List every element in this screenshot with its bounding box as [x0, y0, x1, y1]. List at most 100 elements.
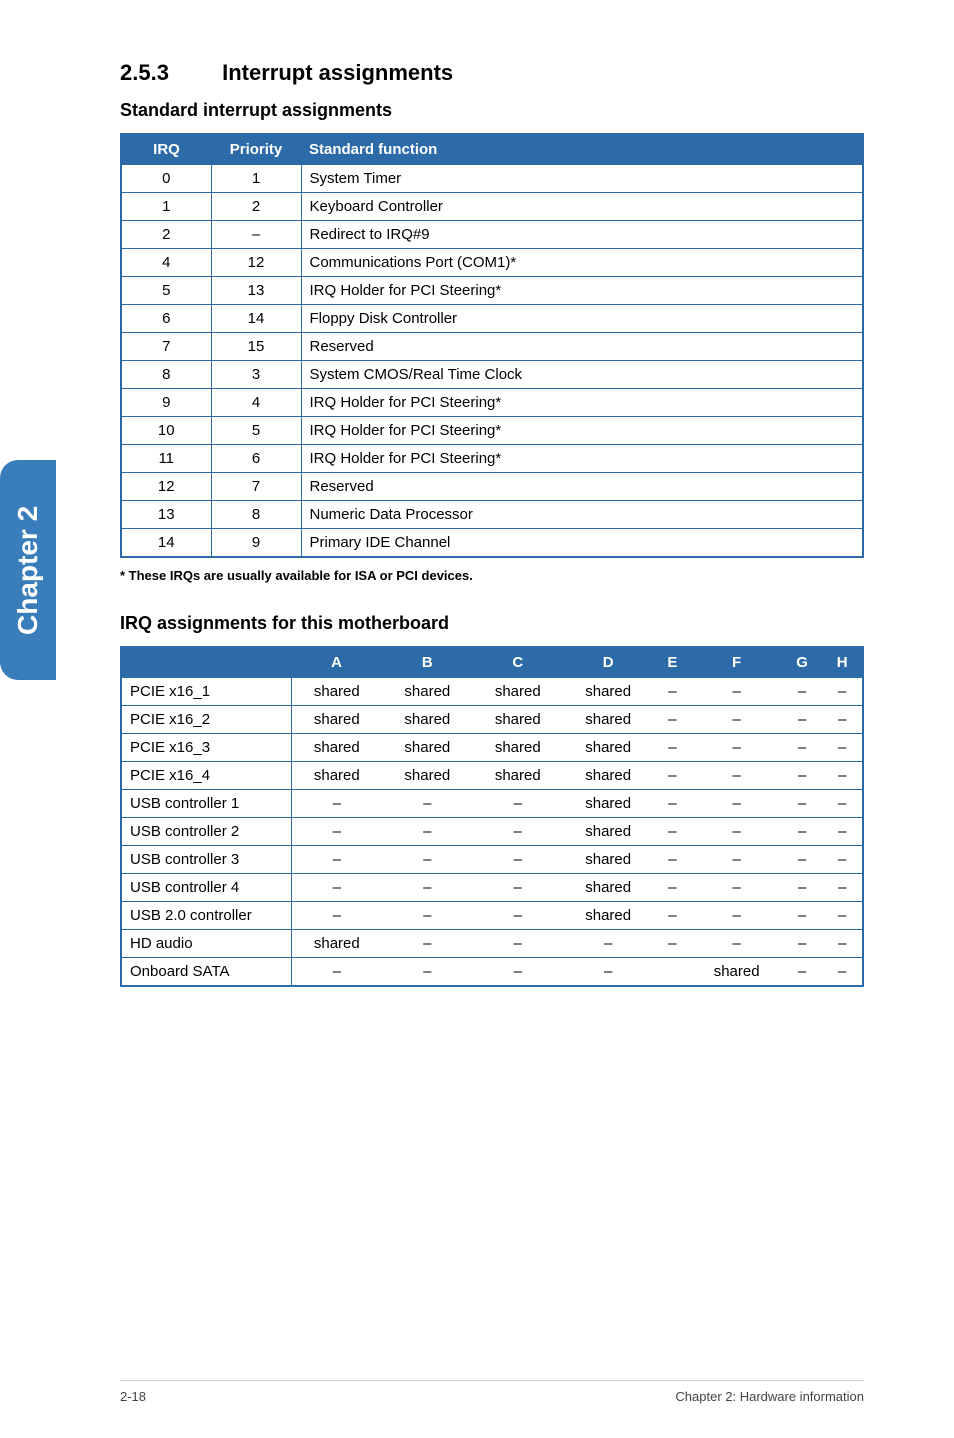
- chapter-side-tab-label: Chapter 2: [12, 505, 44, 634]
- section-title: Interrupt assignments: [222, 60, 453, 85]
- table-cell: –: [822, 734, 863, 762]
- col-blank: [121, 647, 291, 678]
- table-cell: 9: [121, 389, 211, 417]
- table-row: 149Primary IDE Channel: [121, 529, 863, 558]
- table-cell: –: [382, 846, 472, 874]
- table-cell: shared: [291, 762, 382, 790]
- section-number: 2.5.3: [120, 60, 216, 86]
- table-cell: IRQ Holder for PCI Steering*: [301, 389, 863, 417]
- table-cell: shared: [563, 762, 653, 790]
- table-row: 83System CMOS/Real Time Clock: [121, 361, 863, 389]
- table-cell: shared: [473, 678, 563, 706]
- table-cell: –: [382, 930, 472, 958]
- row-label: Onboard SATA: [121, 958, 291, 987]
- table-cell: 12: [211, 249, 301, 277]
- table-cell: –: [653, 818, 691, 846]
- table-cell: –: [782, 958, 822, 987]
- table-row: Onboard SATA––––shared––: [121, 958, 863, 987]
- col-function: Standard function: [301, 134, 863, 165]
- table-cell: –: [691, 930, 781, 958]
- table-cell: –: [653, 706, 691, 734]
- table1-footnote: * These IRQs are usually available for I…: [120, 568, 864, 583]
- table-cell: shared: [563, 902, 653, 930]
- table-cell: –: [291, 846, 382, 874]
- section-heading: 2.5.3 Interrupt assignments: [120, 60, 864, 86]
- table-cell: 8: [121, 361, 211, 389]
- table-cell: shared: [563, 790, 653, 818]
- row-label: PCIE x16_1: [121, 678, 291, 706]
- table-cell: System Timer: [301, 165, 863, 193]
- table-cell: shared: [291, 734, 382, 762]
- table-cell: 10: [121, 417, 211, 445]
- table-row: USB controller 3–––shared––––: [121, 846, 863, 874]
- table-row: PCIE x16_1sharedsharedsharedshared––––: [121, 678, 863, 706]
- table-cell: 9: [211, 529, 301, 558]
- table-row: HD audioshared–––––––: [121, 930, 863, 958]
- row-label: USB controller 3: [121, 846, 291, 874]
- table-cell: shared: [473, 706, 563, 734]
- table-cell: –: [822, 762, 863, 790]
- table-cell: –: [822, 678, 863, 706]
- table-cell: 15: [211, 333, 301, 361]
- table-cell: System CMOS/Real Time Clock: [301, 361, 863, 389]
- table-cell: 4: [211, 389, 301, 417]
- table-row: 715Reserved: [121, 333, 863, 361]
- table-cell: 7: [211, 473, 301, 501]
- table-cell: shared: [382, 706, 472, 734]
- table-cell: –: [782, 930, 822, 958]
- table-cell: 5: [121, 277, 211, 305]
- table-header-row: IRQ Priority Standard function: [121, 134, 863, 165]
- row-label: USB controller 2: [121, 818, 291, 846]
- table-cell: –: [691, 846, 781, 874]
- table-cell: –: [822, 902, 863, 930]
- table-row: USB controller 2–––shared––––: [121, 818, 863, 846]
- table-cell: –: [382, 818, 472, 846]
- table-cell: –: [382, 902, 472, 930]
- col-irq: IRQ: [121, 134, 211, 165]
- row-label: USB 2.0 controller: [121, 902, 291, 930]
- table-cell: –: [291, 874, 382, 902]
- table-row: 127Reserved: [121, 473, 863, 501]
- table-row: USB 2.0 controller–––shared––––: [121, 902, 863, 930]
- table-cell: Keyboard Controller: [301, 193, 863, 221]
- table-row: USB controller 1–––shared––––: [121, 790, 863, 818]
- table1-heading: Standard interrupt assignments: [120, 100, 864, 121]
- footer-chapter-label: Chapter 2: Hardware information: [675, 1389, 864, 1404]
- col-f: F: [691, 647, 781, 678]
- table-cell: 13: [211, 277, 301, 305]
- table-row: 116IRQ Holder for PCI Steering*: [121, 445, 863, 473]
- table-cell: shared: [382, 734, 472, 762]
- table-cell: –: [473, 846, 563, 874]
- col-c: C: [473, 647, 563, 678]
- table-cell: Floppy Disk Controller: [301, 305, 863, 333]
- table-cell: –: [822, 846, 863, 874]
- table-cell: 8: [211, 501, 301, 529]
- table-cell: –: [782, 846, 822, 874]
- table-row: 01System Timer: [121, 165, 863, 193]
- table-row: 12Keyboard Controller: [121, 193, 863, 221]
- table-cell: –: [473, 958, 563, 987]
- footer-page-number: 2-18: [120, 1389, 146, 1404]
- table-cell: 0: [121, 165, 211, 193]
- table-row: 614Floppy Disk Controller: [121, 305, 863, 333]
- table-cell: 2: [121, 221, 211, 249]
- table-cell: –: [782, 678, 822, 706]
- table-cell: –: [691, 902, 781, 930]
- table-cell: –: [691, 818, 781, 846]
- page-content: 2.5.3 Interrupt assignments Standard int…: [0, 0, 954, 1027]
- table-cell: 6: [121, 305, 211, 333]
- table-cell: –: [782, 734, 822, 762]
- table-cell: –: [473, 818, 563, 846]
- table-cell: –: [691, 734, 781, 762]
- table-cell: Reserved: [301, 473, 863, 501]
- table-cell: –: [822, 874, 863, 902]
- table-cell: –: [653, 874, 691, 902]
- table-cell: shared: [291, 678, 382, 706]
- table-cell: –: [653, 846, 691, 874]
- table-cell: 11: [121, 445, 211, 473]
- table-cell: IRQ Holder for PCI Steering*: [301, 445, 863, 473]
- table-cell: –: [822, 930, 863, 958]
- table-cell: 14: [211, 305, 301, 333]
- table-cell: 4: [121, 249, 211, 277]
- col-e: E: [653, 647, 691, 678]
